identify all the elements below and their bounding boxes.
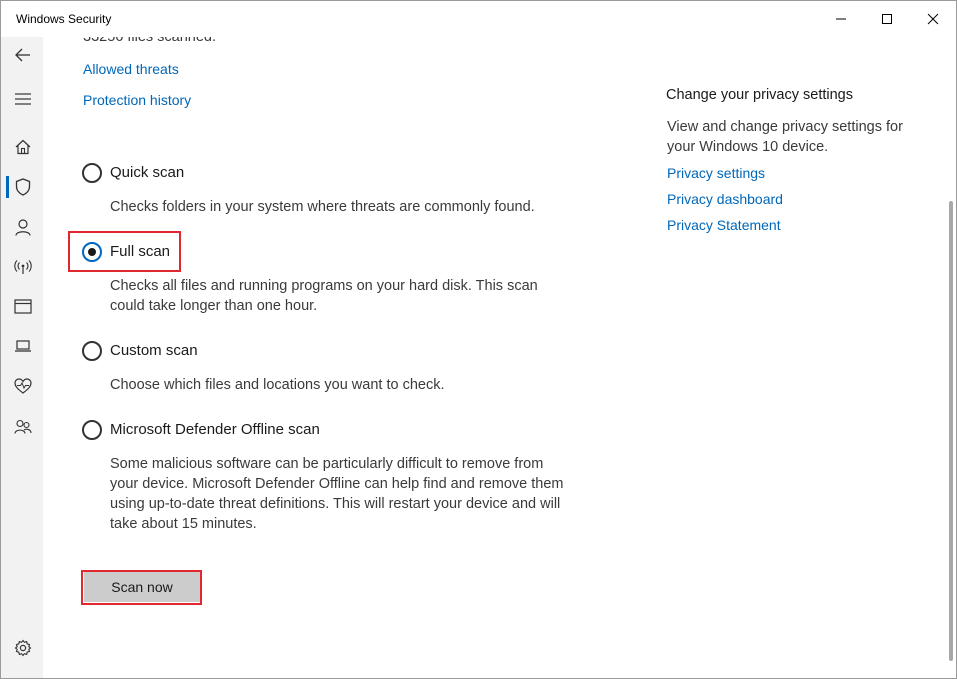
navigation-sidebar bbox=[1, 37, 43, 678]
full-scan-radio[interactable] bbox=[82, 242, 102, 262]
back-icon[interactable] bbox=[12, 44, 34, 66]
scrollbar-thumb[interactable] bbox=[949, 201, 953, 661]
shield-icon[interactable] bbox=[12, 176, 34, 198]
quick-scan-radio[interactable] bbox=[82, 163, 102, 183]
maximize-button[interactable] bbox=[864, 1, 910, 37]
quick-scan-description: Checks folders in your system where thre… bbox=[110, 199, 535, 215]
allowed-threats-link[interactable]: Allowed threats bbox=[83, 61, 179, 77]
home-icon[interactable] bbox=[12, 136, 34, 158]
custom-scan-description: Choose which files and locations you wan… bbox=[110, 377, 445, 393]
full-scan-label[interactable]: Full scan bbox=[110, 243, 170, 260]
title-bar: Windows Security bbox=[1, 1, 956, 37]
scan-options-page: 33256 files scanned. Allowed threats Pro… bbox=[43, 37, 951, 678]
laptop-icon[interactable] bbox=[12, 335, 34, 357]
close-icon bbox=[927, 13, 939, 25]
heart-icon[interactable] bbox=[12, 375, 34, 397]
custom-scan-radio[interactable] bbox=[82, 341, 102, 361]
full-scan-description: Checks all files and running programs on… bbox=[110, 278, 538, 314]
offline-scan-label[interactable]: Microsoft Defender Offline scan bbox=[110, 421, 320, 438]
close-button[interactable] bbox=[910, 1, 956, 37]
offline-scan-radio[interactable] bbox=[82, 420, 102, 440]
quick-scan-label[interactable]: Quick scan bbox=[110, 164, 184, 181]
account-icon[interactable] bbox=[12, 216, 34, 238]
privacy-description: View and change privacy settings for you… bbox=[667, 119, 903, 155]
menu-icon[interactable] bbox=[12, 88, 34, 110]
privacy-heading: Change your privacy settings bbox=[666, 87, 853, 103]
custom-scan-label[interactable]: Custom scan bbox=[110, 342, 198, 359]
maximize-icon bbox=[882, 14, 892, 24]
files-scanned-status: 33256 files scanned. bbox=[83, 37, 217, 45]
wireless-icon[interactable] bbox=[12, 256, 34, 278]
window-title: Windows Security bbox=[16, 12, 112, 26]
gear-icon[interactable] bbox=[12, 637, 34, 659]
protection-history-link[interactable]: Protection history bbox=[83, 92, 191, 108]
minimize-icon bbox=[836, 18, 846, 20]
app-browser-icon[interactable] bbox=[12, 295, 34, 317]
nav-selection-indicator bbox=[6, 176, 9, 198]
privacy-statement-link[interactable]: Privacy Statement bbox=[667, 217, 781, 233]
offline-scan-description: Some malicious software can be particula… bbox=[110, 456, 564, 532]
family-icon[interactable] bbox=[12, 416, 34, 438]
privacy-dashboard-link[interactable]: Privacy dashboard bbox=[667, 191, 783, 207]
windows-security-window: Windows Security 33256 files scanned. Al… bbox=[0, 0, 957, 679]
scan-now-button[interactable]: Scan now bbox=[84, 572, 200, 602]
privacy-settings-link[interactable]: Privacy settings bbox=[667, 165, 765, 181]
minimize-button[interactable] bbox=[818, 1, 864, 37]
